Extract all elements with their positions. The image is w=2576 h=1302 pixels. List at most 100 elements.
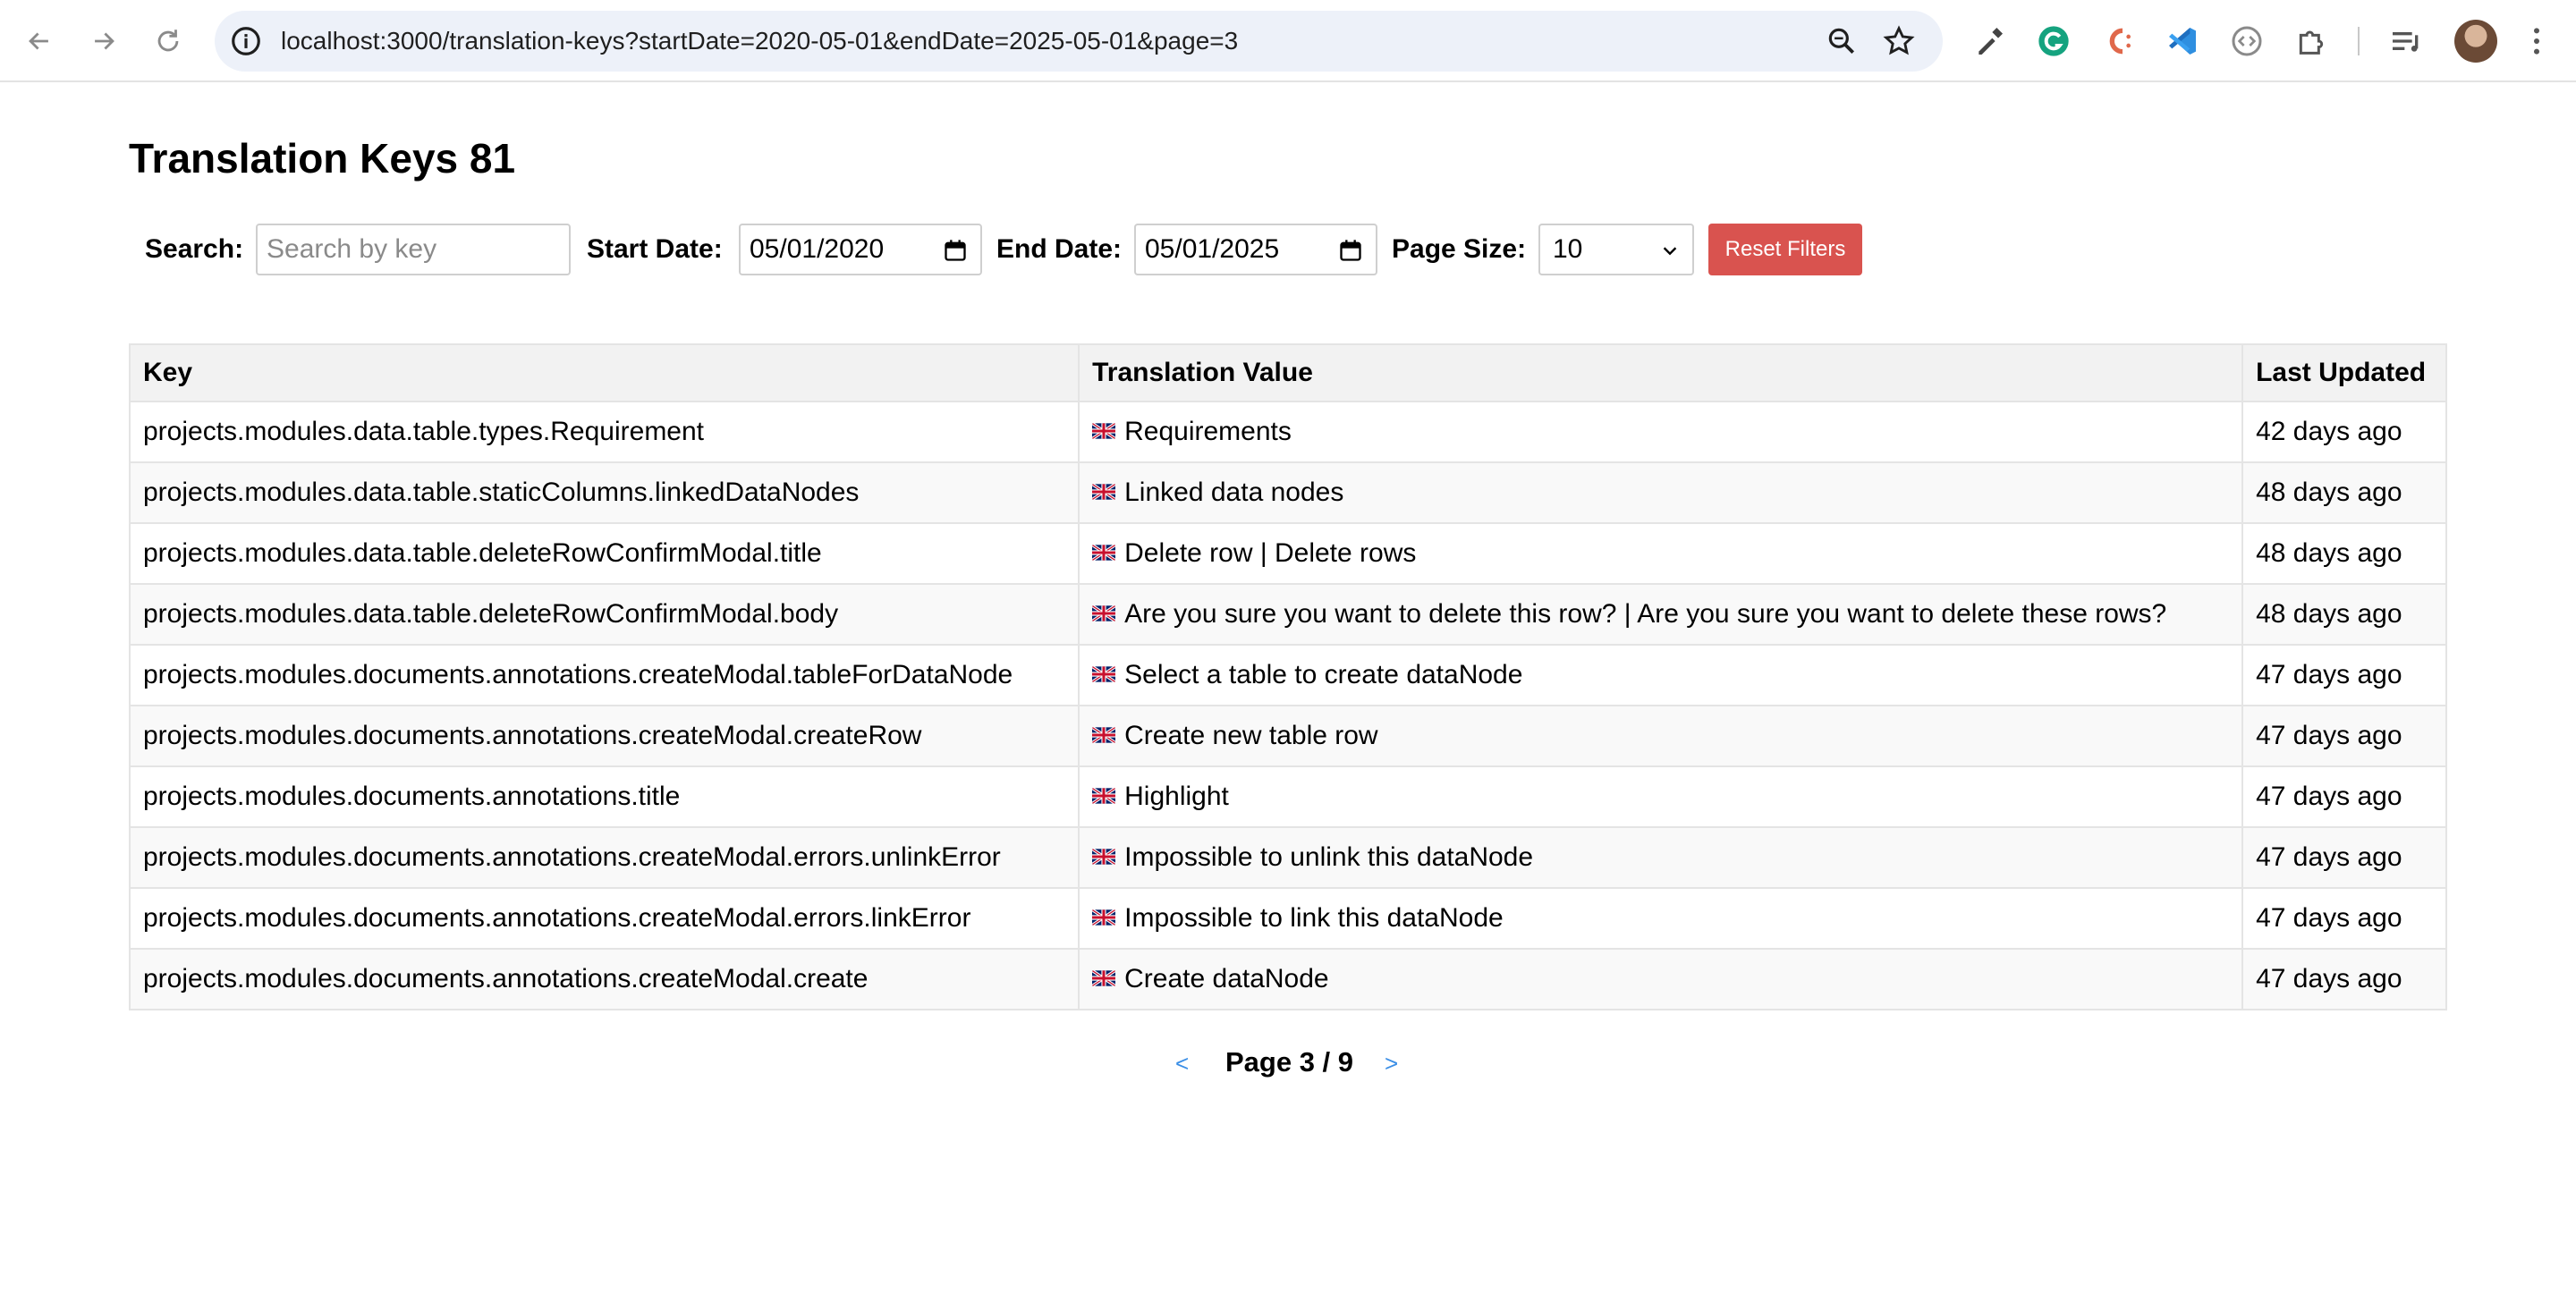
translation-text: Highlight <box>1124 782 1229 811</box>
cell-last-updated: 47 days ago <box>2241 705 2447 767</box>
translation-text: Are you sure you want to delete this row… <box>1124 599 2167 629</box>
cell-translation-value: Impossible to unlink this dataNode <box>1078 826 2244 889</box>
start-date-value: 05/01/2020 <box>750 234 885 264</box>
toolbar-separator <box>2358 27 2360 55</box>
grammarly-extension-icon[interactable] <box>2034 21 2073 61</box>
vscode-extension-icon[interactable] <box>2163 21 2202 61</box>
cell-last-updated: 42 days ago <box>2241 401 2447 463</box>
cell-last-updated: 47 days ago <box>2241 948 2447 1010</box>
table-row[interactable]: projects.modules.documents.annotations.c… <box>128 705 2447 767</box>
search-label: Search: <box>145 234 244 264</box>
table-row[interactable]: projects.modules.documents.annotations.c… <box>128 644 2447 706</box>
cell-last-updated: 47 days ago <box>2241 644 2447 706</box>
cell-translation-value: Delete row | Delete rows <box>1078 522 2244 585</box>
reload-button[interactable] <box>150 23 186 59</box>
column-header-translation-value[interactable]: Translation Value <box>1078 343 2244 402</box>
uk-flag-icon <box>1092 788 1116 804</box>
page-title: Translation Keys 81 <box>129 135 516 182</box>
next-page-button[interactable]: > <box>1385 1050 1398 1078</box>
uk-flag-icon <box>1092 970 1116 986</box>
cell-translation-value: Create dataNode <box>1078 948 2244 1010</box>
page-indicator: Page 3 / 9 <box>1225 1046 1354 1078</box>
end-date-value: 05/01/2025 <box>1145 234 1280 264</box>
chevron-down-icon <box>1663 247 1677 256</box>
translation-text: Select a table to create dataNode <box>1124 660 1523 689</box>
table-row[interactable]: projects.modules.documents.annotations.c… <box>128 887 2447 950</box>
uk-flag-icon <box>1092 849 1116 865</box>
cell-translation-value: Create new table row <box>1078 705 2244 767</box>
profile-avatar[interactable] <box>2454 20 2497 63</box>
address-bar[interactable]: localhost:3000/translation-keys?startDat… <box>215 11 1943 72</box>
search-input[interactable] <box>256 224 571 275</box>
cell-key: projects.modules.data.table.types.Requir… <box>128 401 1080 463</box>
start-date-input[interactable]: 05/01/2020 <box>739 224 982 275</box>
uk-flag-icon <box>1092 727 1116 743</box>
cell-key: projects.modules.documents.annotations.c… <box>128 644 1080 706</box>
table-row[interactable]: projects.modules.documents.annotations.c… <box>128 826 2447 889</box>
translation-text: Impossible to unlink this dataNode <box>1124 842 1534 872</box>
browser-menu-icon[interactable] <box>2517 21 2556 61</box>
cell-translation-value: Select a table to create dataNode <box>1078 644 2244 706</box>
table-row[interactable]: projects.modules.data.table.types.Requir… <box>128 401 2447 463</box>
cell-translation-value: Impossible to link this dataNode <box>1078 887 2244 950</box>
uk-flag-icon <box>1092 909 1116 926</box>
cell-translation-value: Requirements <box>1078 401 2244 463</box>
cell-key: projects.modules.documents.annotations.c… <box>128 705 1080 767</box>
column-header-key[interactable]: Key <box>128 343 1080 402</box>
start-date-label: Start Date: <box>587 234 723 264</box>
uk-flag-icon <box>1092 666 1116 682</box>
back-button[interactable] <box>21 23 57 59</box>
cell-translation-value: Highlight <box>1078 765 2244 828</box>
cell-key: projects.modules.documents.annotations.t… <box>128 765 1080 828</box>
arrow-right-icon <box>95 32 114 50</box>
arrow-left-icon <box>29 32 48 50</box>
forward-button[interactable] <box>86 23 122 59</box>
url-text[interactable]: localhost:3000/translation-keys?startDat… <box>281 11 1238 72</box>
page-size-select[interactable]: 10 <box>1538 224 1694 275</box>
cell-key: projects.modules.data.table.deleteRowCon… <box>128 522 1080 585</box>
table-row[interactable]: projects.modules.documents.annotations.t… <box>128 765 2447 828</box>
cell-key: projects.modules.documents.annotations.c… <box>128 948 1080 1010</box>
cell-key: projects.modules.data.table.deleteRowCon… <box>128 583 1080 646</box>
translation-text: Requirements <box>1124 417 1292 446</box>
translation-text: Delete row | Delete rows <box>1124 538 1417 568</box>
uk-flag-icon <box>1092 423 1116 439</box>
cell-last-updated: 47 days ago <box>2241 765 2447 828</box>
reset-filters-button[interactable]: Reset Filters <box>1708 224 1862 275</box>
zoom-icon[interactable] <box>1825 24 1859 58</box>
cell-translation-value: Linked data nodes <box>1078 461 2244 524</box>
eyedropper-extension-icon[interactable] <box>1970 21 2009 61</box>
table-row[interactable]: projects.modules.documents.annotations.c… <box>128 948 2447 1010</box>
css-extension-icon[interactable] <box>2098 21 2138 61</box>
table-row[interactable]: projects.modules.data.table.deleteRowCon… <box>128 583 2447 646</box>
cell-key: projects.modules.documents.annotations.c… <box>128 826 1080 889</box>
code-extension-icon[interactable] <box>2227 21 2267 61</box>
cell-key: projects.modules.documents.annotations.c… <box>128 887 1080 950</box>
cell-last-updated: 48 days ago <box>2241 461 2447 524</box>
uk-flag-icon <box>1092 545 1116 561</box>
end-date-input[interactable]: 05/01/2025 <box>1134 224 1377 275</box>
uk-flag-icon <box>1092 605 1116 621</box>
bookmark-star-icon[interactable] <box>1882 24 1916 58</box>
translation-text: Create dataNode <box>1124 964 1329 993</box>
end-date-label: End Date: <box>996 234 1123 264</box>
calendar-icon[interactable] <box>943 238 968 263</box>
cell-last-updated: 48 days ago <box>2241 583 2447 646</box>
calendar-icon[interactable] <box>1338 238 1363 263</box>
cell-last-updated: 47 days ago <box>2241 826 2447 889</box>
translation-text: Linked data nodes <box>1124 478 1344 507</box>
table-row[interactable]: projects.modules.data.table.deleteRowCon… <box>128 522 2447 585</box>
extensions-puzzle-icon[interactable] <box>2292 21 2331 61</box>
reading-list-icon[interactable] <box>2386 21 2426 61</box>
uk-flag-icon <box>1092 484 1116 500</box>
browser-toolbar: localhost:3000/translation-keys?startDat… <box>0 0 2576 82</box>
cell-last-updated: 47 days ago <box>2241 887 2447 950</box>
translation-text: Impossible to link this dataNode <box>1124 903 1504 933</box>
site-info-icon[interactable] <box>229 24 263 58</box>
column-header-last-updated[interactable]: Last Updated <box>2241 343 2447 402</box>
reload-icon <box>157 30 179 52</box>
page-size-label: Page Size: <box>1392 234 1527 264</box>
translation-text: Create new table row <box>1124 721 1378 750</box>
table-row[interactable]: projects.modules.data.table.staticColumn… <box>128 461 2447 524</box>
previous-page-button[interactable]: < <box>1175 1050 1189 1078</box>
